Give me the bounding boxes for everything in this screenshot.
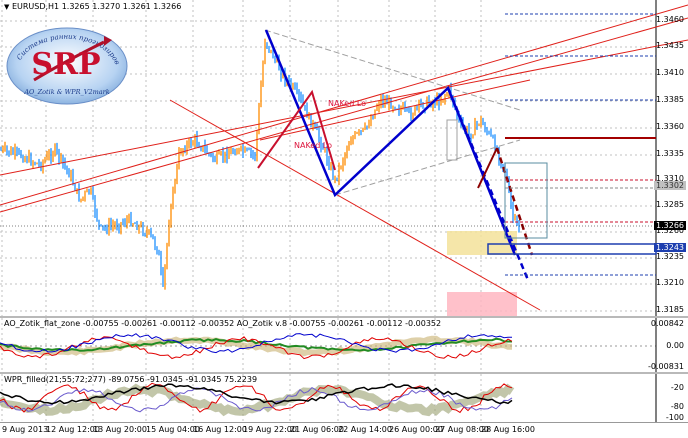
time-axis-label: 15 Aug 04:00	[146, 425, 200, 434]
price-axis-label: 1.3410	[656, 68, 684, 77]
price-axis-label: 1.3385	[656, 95, 684, 104]
srp-logo: Система ранних прогнозирования SRP AO_Zo…	[4, 22, 130, 107]
symbol-info: ▼ EURUSD,H1 1.3265 1.3270 1.3261 1.3266	[4, 2, 182, 11]
time-axis-label: 22 Aug 14:00	[338, 425, 392, 434]
price-axis-label: 1.3285	[656, 200, 684, 209]
logo-main-text: SRP	[31, 47, 100, 82]
small-box	[446, 119, 458, 161]
wpr-axis-label: -80	[670, 402, 684, 411]
naked-lo-label: NAKed Lo	[328, 99, 366, 108]
wpr-filled-pane[interactable]: WPR_filled(21;55;72;277) -89.0756 -91.03…	[0, 374, 688, 422]
price-axis-label: 1.3185	[656, 305, 684, 314]
pink-zone	[447, 292, 517, 316]
ao-axis-label: -0.00831	[648, 362, 684, 371]
current-price-tag: 1.3266	[654, 221, 686, 230]
price-axis-label: 1.3235	[656, 252, 684, 261]
wpr-axis-label: -100	[665, 413, 684, 422]
ao-axis-label: 0.00	[666, 341, 684, 350]
time-axis-label: 19 Aug 22:00	[243, 425, 297, 434]
ao-axis-label: 0.00842	[650, 319, 684, 328]
price-chart-pane[interactable]: NAKed Lo NAKed Lo ▼ EURUSD,H1 1.3265 1.32…	[0, 0, 688, 316]
price-axis-label: 1.3335	[656, 149, 684, 158]
price-axis-label: 1.3210	[656, 278, 684, 287]
wpr-axis-label: -20	[670, 383, 684, 392]
price-tag-1: 1.3302	[654, 181, 686, 190]
price-tag-2: 1.3243	[654, 243, 686, 252]
price-axis-label: 1.3435	[656, 41, 684, 50]
price-axis-label: 1.3460	[656, 15, 684, 24]
triangle-down-icon: ▼	[4, 3, 10, 11]
time-axis: 9 Aug 2013 12 Aug 12:00 13 Aug 20:00 15 Aug…	[0, 422, 688, 438]
price-axis-label: 1.3360	[656, 122, 684, 131]
time-axis-label: 13 Aug 20:00	[93, 425, 147, 434]
ao-zotik-label: AO_Zotik_flat_zone -0.00755 -0.00261 -0.…	[4, 319, 442, 328]
time-axis-label: 9 Aug 2013	[2, 425, 49, 434]
time-axis-label: 21 Aug 06:00	[290, 425, 344, 434]
time-axis-label: 28 Aug 16:00	[481, 425, 535, 434]
logo-sub-text: AO_Zotik & WPR_V2mark	[23, 88, 109, 96]
wpr-filled-label: WPR_filled(21;55;72;277) -89.0756 -91.03…	[4, 375, 258, 384]
naked-lo-label: NAKed Lo	[294, 141, 332, 150]
time-axis-label: 12 Aug 12:00	[46, 425, 100, 434]
ao-zotik-pane[interactable]: AO_Zotik_flat_zone -0.00755 -0.00261 -0.…	[0, 318, 688, 372]
terminal-chart-window: NAKed Lo NAKed Lo ▼ EURUSD,H1 1.3265 1.32…	[0, 0, 688, 438]
time-axis-label: 16 Aug 12:00	[193, 425, 247, 434]
